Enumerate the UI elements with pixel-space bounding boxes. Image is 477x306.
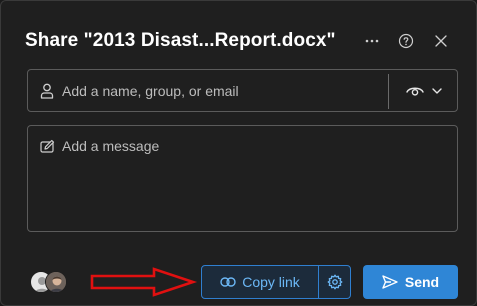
eye-icon	[406, 87, 424, 96]
help-button[interactable]	[396, 31, 416, 51]
gear-icon	[327, 274, 342, 290]
message-field	[27, 125, 458, 232]
close-button[interactable]	[431, 31, 451, 51]
link-settings-button[interactable]	[319, 266, 350, 298]
help-icon	[398, 33, 414, 49]
share-dialog: Share "2013 Disast...Report.docx" Add a …	[0, 0, 477, 306]
annotation-arrow	[90, 267, 198, 297]
close-icon	[435, 35, 447, 47]
more-options-button[interactable]	[362, 31, 382, 51]
photo-avatar-icon	[46, 272, 66, 292]
copy-link-group: Copy link	[201, 265, 351, 299]
send-icon	[382, 275, 398, 289]
divider	[388, 74, 389, 109]
copy-link-label: Copy link	[242, 274, 300, 290]
copy-link-button[interactable]: Copy link	[202, 266, 318, 298]
link-icon	[220, 277, 236, 287]
recipient-input[interactable]	[62, 70, 382, 111]
shared-with-avatars[interactable]	[30, 271, 70, 293]
permission-dropdown[interactable]	[396, 74, 452, 108]
send-button[interactable]: Send	[363, 265, 458, 299]
chevron-down-icon	[432, 88, 442, 94]
message-input[interactable]	[62, 138, 447, 223]
more-icon	[365, 39, 379, 43]
avatar	[45, 271, 67, 293]
dialog-title: Share "2013 Disast...Report.docx"	[25, 30, 336, 51]
recipient-field	[27, 69, 458, 112]
pen-icon	[40, 139, 55, 153]
send-label: Send	[404, 274, 440, 290]
person-icon	[40, 83, 54, 99]
